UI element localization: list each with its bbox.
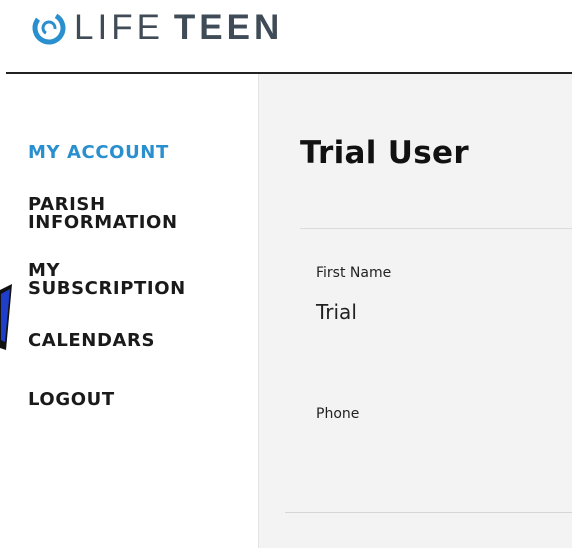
sidebar-item-my-subscription[interactable]: MY SUBSCRIPTION [28, 262, 186, 298]
sidebar-item-calendars[interactable]: CALENDARS [28, 332, 155, 350]
account-content: Trial User First Name Trial Phone [259, 74, 572, 548]
sidebar-item-label: MY ACCOUNT [28, 142, 169, 163]
sidebar-item-logout[interactable]: LOGOUT [28, 391, 115, 409]
account-sidebar: MY ACCOUNT PARISH INFORMATION MY SUBSCRI… [0, 74, 259, 548]
phone-label: Phone [316, 406, 360, 422]
logo-word-life: LIFE [74, 8, 164, 47]
sidebar-item-label: SUBSCRIPTION [28, 278, 186, 299]
page-title: Trial User [300, 135, 469, 171]
sidebar-item-label: INFORMATION [28, 212, 178, 233]
device-illustration [0, 284, 12, 350]
sidebar-item-label: LOGOUT [28, 389, 115, 410]
site-header: LIFE TEEN [0, 0, 572, 74]
title-divider [300, 228, 572, 229]
circle-swirl-icon [32, 11, 66, 45]
logo-word-teen: TEEN [173, 8, 284, 47]
life-teen-logo[interactable]: LIFE TEEN [30, 8, 283, 48]
section-divider [285, 512, 572, 513]
sidebar-item-parish-information[interactable]: PARISH INFORMATION [28, 196, 178, 232]
sidebar-item-my-account[interactable]: MY ACCOUNT [28, 144, 169, 162]
first-name-label: First Name [316, 265, 392, 281]
logo-wordmark: LIFE TEEN [74, 8, 283, 48]
first-name-value: Trial [316, 300, 357, 324]
sidebar-item-label: CALENDARS [28, 330, 156, 351]
